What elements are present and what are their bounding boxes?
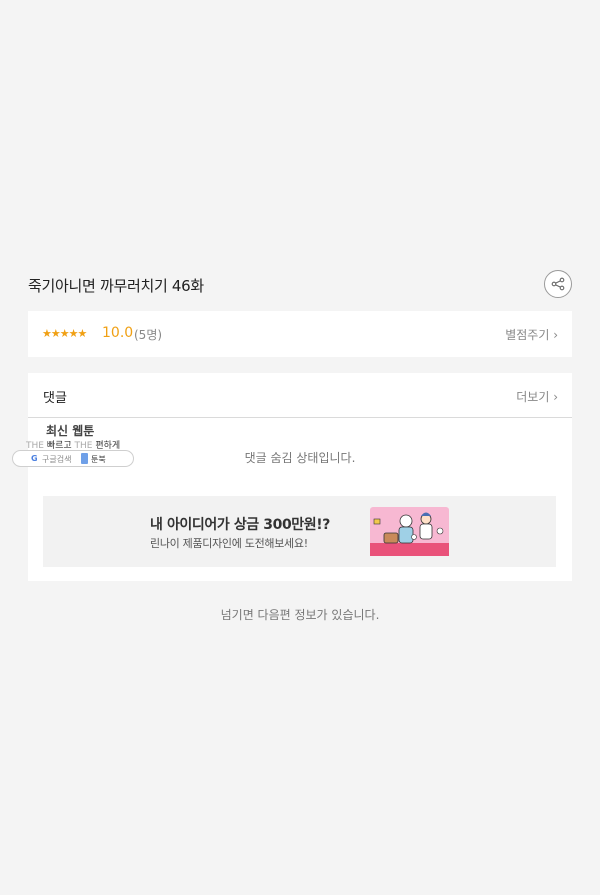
- ad-banner[interactable]: 내 아이디어가 상금 300만원!? 린나이 제품디자인에 도전해보세요!: [43, 496, 556, 567]
- comments-title: 댓글: [43, 391, 67, 406]
- floating-ad-pill: G 구글검색 툰북: [12, 450, 134, 467]
- rating-count: (5명): [134, 328, 163, 342]
- floating-ad-title: 최신 웹툰: [46, 424, 95, 438]
- rate-button[interactable]: 별점주기 ›: [505, 326, 558, 343]
- toonbook-label: 툰북: [91, 455, 106, 464]
- episode-title: 죽기아니면 까무러치기 46화: [28, 277, 204, 295]
- google-icon: G: [31, 454, 38, 463]
- ad-headline: 내 아이디어가 상금 300만원!?: [150, 517, 330, 533]
- floating-webtoon-ad[interactable]: 최신 웹툰 THE 빠르고 THE 편하게 G 구글검색 툰북: [12, 420, 134, 468]
- rating-score: 10.0: [102, 325, 134, 341]
- share-button[interactable]: [544, 270, 572, 298]
- ad-subtext: 린나이 제품디자인에 도전해보세요!: [150, 537, 308, 550]
- next-episode-note: 넘기면 다음편 정보가 있습니다.: [220, 608, 380, 622]
- book-icon: [81, 453, 88, 464]
- ad-illustration: [370, 507, 449, 556]
- comments-more-link[interactable]: 더보기 ›: [516, 388, 558, 405]
- comments-header: 댓글 더보기 ›: [28, 373, 572, 418]
- google-search-label: 구글검색: [42, 455, 72, 464]
- episode-header: 죽기아니면 까무러치기 46화: [28, 270, 572, 300]
- share-icon: [551, 277, 565, 291]
- rating-card: ★★★★★ 10.0 (5명) 별점주기 ›: [28, 311, 572, 357]
- rating-stars: ★★★★★: [42, 327, 87, 340]
- comments-card: 댓글 더보기 › 댓글 숨김 상태입니다. 내 아이디어가 상금 300만원!?…: [28, 373, 572, 581]
